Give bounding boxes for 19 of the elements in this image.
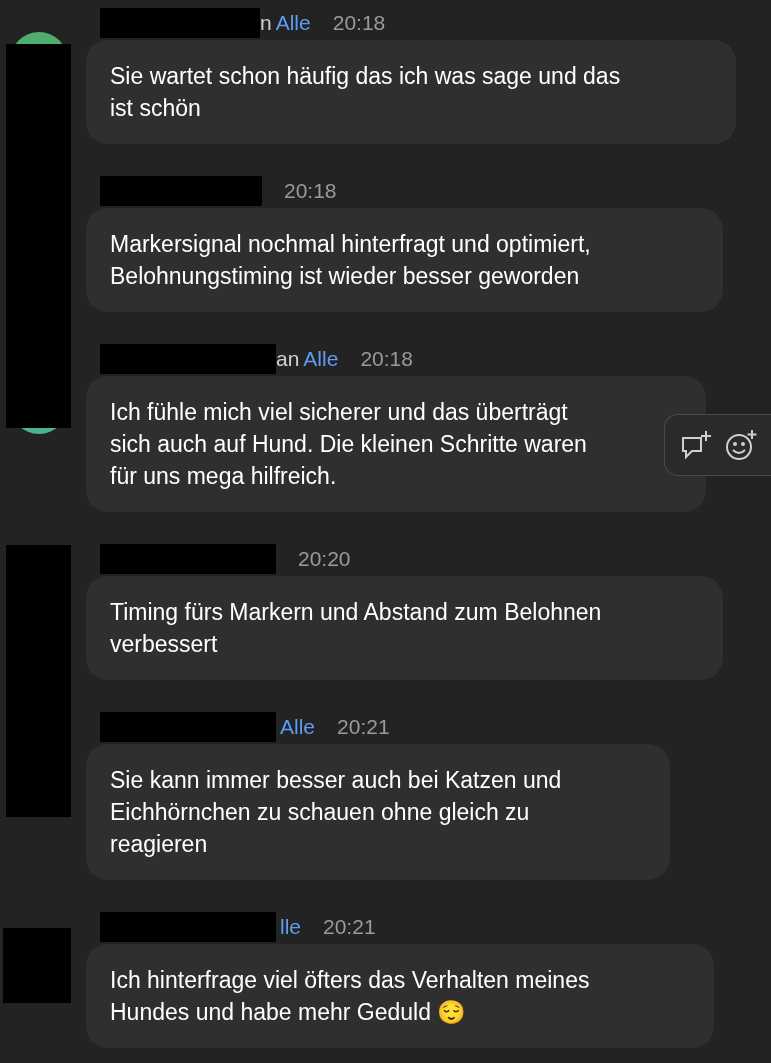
- message-text: Markersignal nochmal hinterfragt und optimiert, Belohnungstiming ist wieder besser geworden: [110, 230, 592, 291]
- message-text: Sie kann immer besser auch bei Katzen und Eichhörnchen zu schauen ohne gleich zu reagieren: [110, 766, 563, 859]
- message-time: 20:21: [323, 914, 376, 941]
- recipient-link[interactable]: lle: [280, 911, 301, 943]
- message-text: Timing fürs Markern und Abstand zum Belohnen verbessert: [110, 598, 603, 659]
- recipient-link[interactable]: Alle: [280, 711, 316, 743]
- message-text: Sie wartet schon häufig das ich was sage und das ist schön: [110, 62, 622, 123]
- message-time: 20:18: [332, 10, 386, 37]
- recipient-link[interactable]: Alle: [303, 343, 339, 375]
- message-time: 20:18: [284, 178, 337, 205]
- sender-suffix: an: [276, 346, 300, 373]
- message-time: 20:20: [298, 546, 351, 573]
- message-time: 20:18: [360, 346, 413, 373]
- message-text: Ich fühle mich viel sicherer und das überträgt sich auch auf Hund. Die kleinen Schritte waren für uns mega hilfreich.: [110, 398, 588, 491]
- recipient-link[interactable]: Alle: [275, 7, 311, 39]
- message-text: Ich hinterfrage viel öfters das Verhalten meines Hundes und habe mehr Geduld 😌: [110, 966, 591, 1027]
- sender-suffix: n: [260, 10, 272, 37]
- message-time: 20:21: [337, 714, 390, 741]
- add-reaction-icon[interactable]: [723, 428, 758, 462]
